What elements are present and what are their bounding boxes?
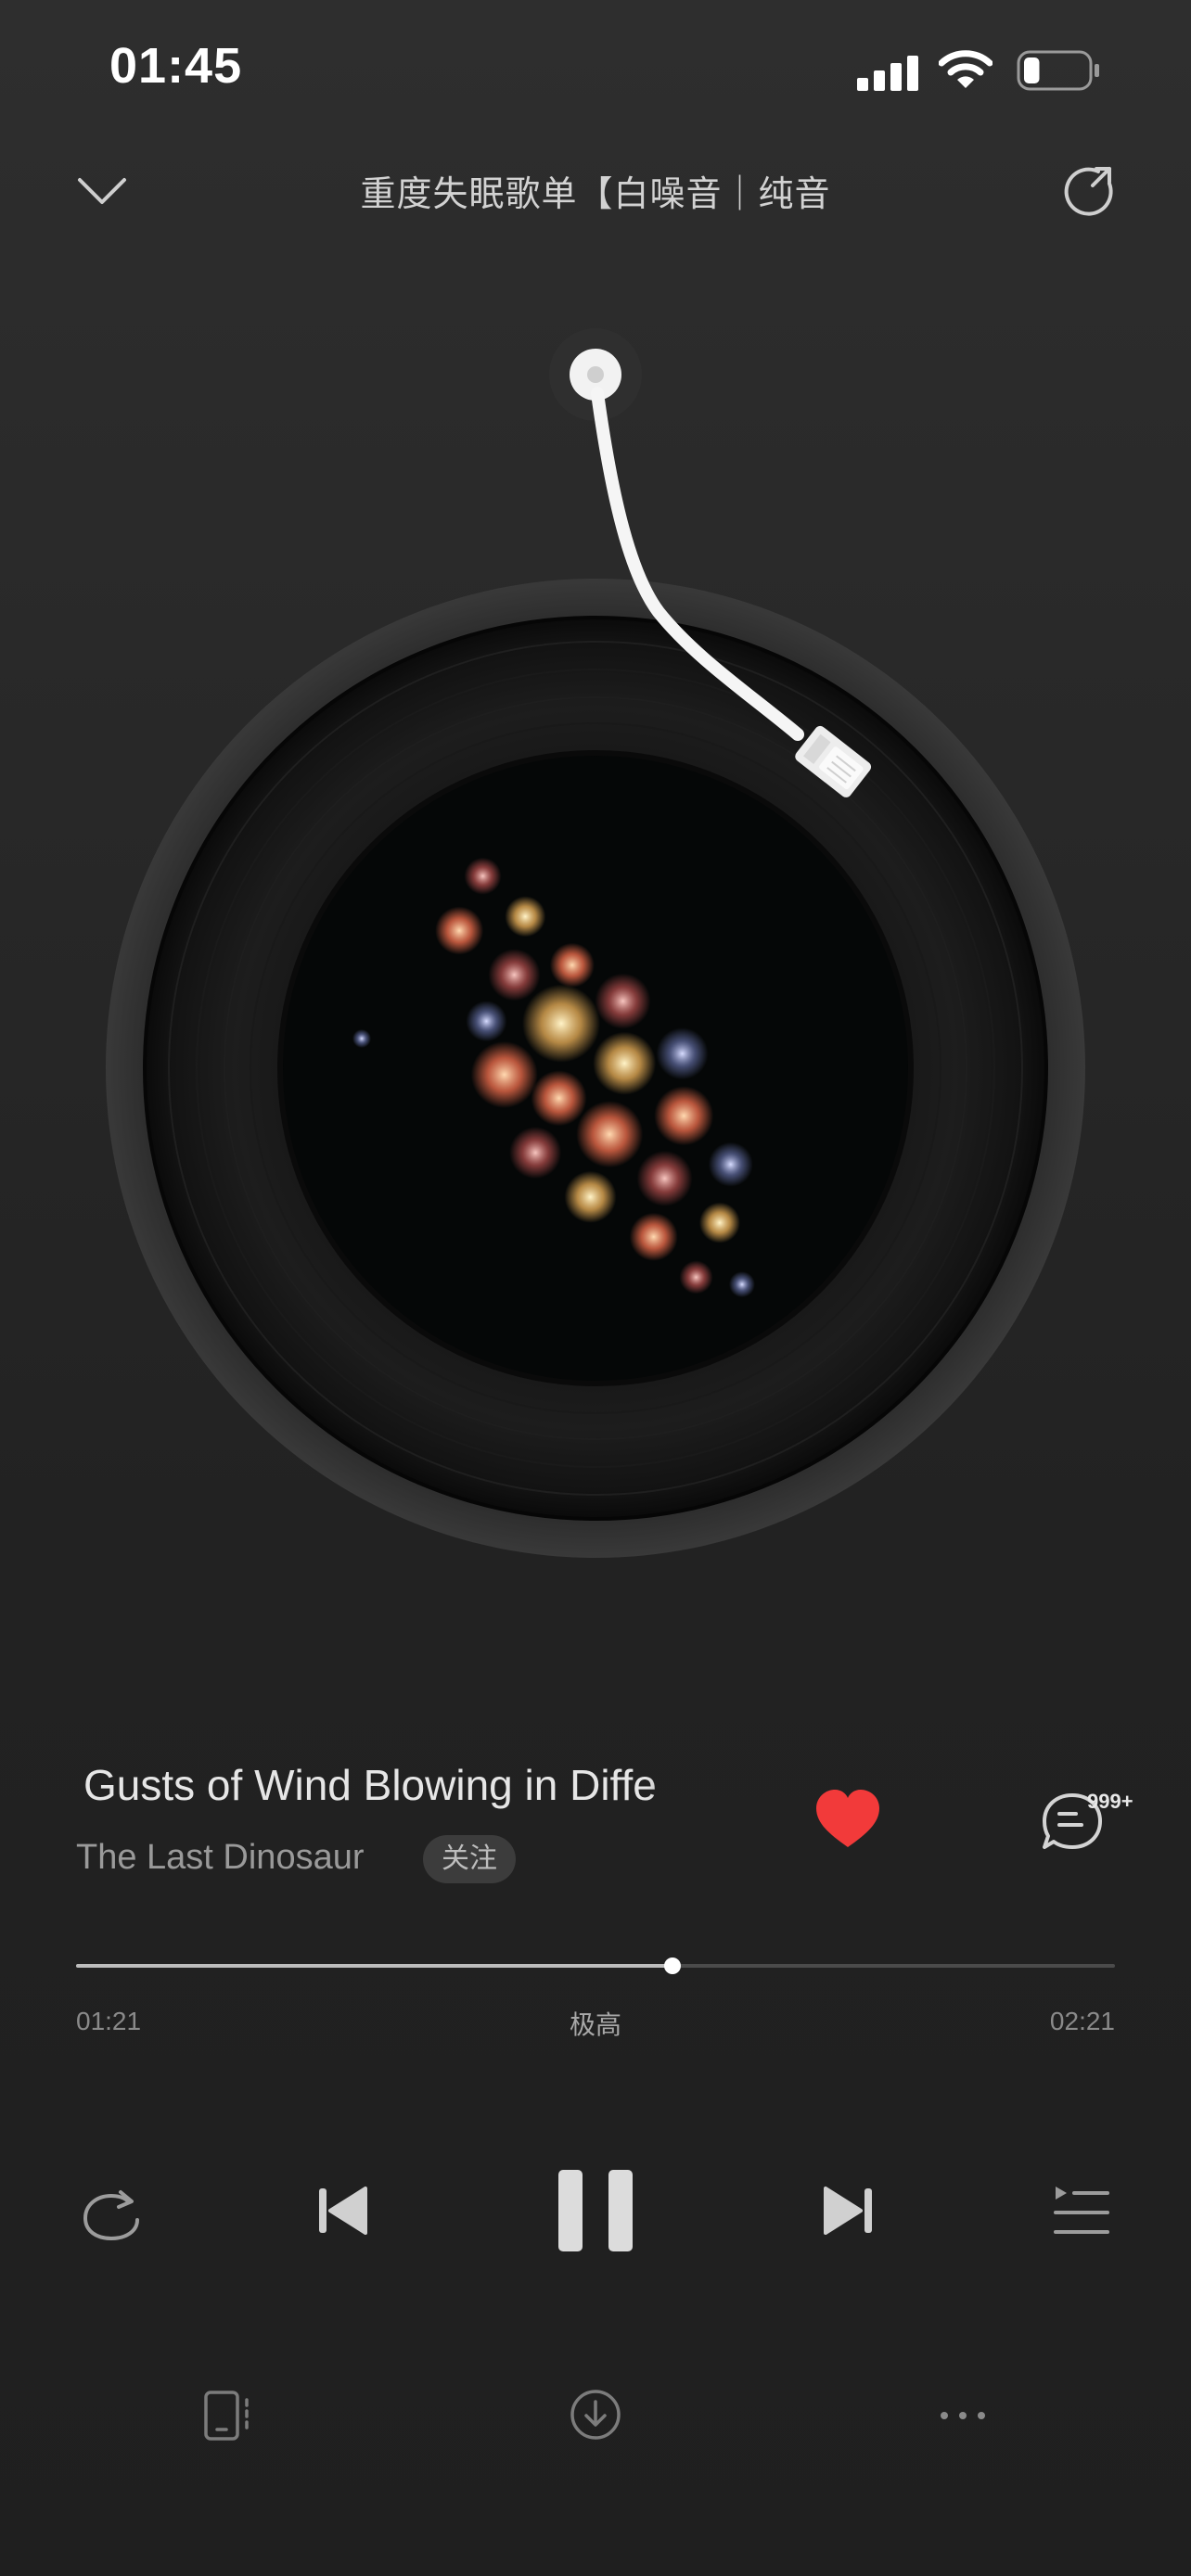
comment-count-badge: 999+ [1087, 1790, 1133, 1813]
progress-slider[interactable] [76, 1958, 1115, 1974]
tonearm [519, 315, 890, 835]
download-icon [570, 2390, 621, 2440]
next-button[interactable] [818, 2181, 877, 2240]
progress-fill [76, 1964, 672, 1968]
device-icon [204, 2391, 249, 2441]
share-icon [1064, 167, 1113, 216]
repeat-button[interactable] [78, 2181, 145, 2248]
pause-icon [558, 2170, 633, 2251]
artist-name[interactable]: The Last Dinosaur [76, 1838, 365, 1878]
device-button[interactable] [202, 2389, 258, 2442]
more-button[interactable] [935, 2402, 991, 2429]
previous-button[interactable] [314, 2181, 373, 2240]
follow-button[interactable]: 关注 [423, 1835, 516, 1883]
song-title: Gusts of Wind Blowing in Diffe [83, 1761, 657, 1809]
like-button[interactable] [813, 1786, 883, 1853]
playlist-icon [1054, 2187, 1109, 2234]
next-icon [824, 2187, 872, 2235]
playlist-title[interactable]: 重度失眠歌单【白噪音｜纯音 [0, 165, 1191, 216]
playlist-button[interactable] [1050, 2183, 1113, 2242]
download-button[interactable] [568, 2387, 623, 2442]
previous-icon [319, 2187, 367, 2235]
progress-knob[interactable] [663, 1958, 681, 1974]
cellular-signal-icon [857, 54, 918, 91]
more-icon [941, 2412, 985, 2419]
audio-quality-label[interactable]: 极高 [0, 2005, 1191, 2042]
share-button[interactable] [1063, 163, 1121, 221]
repeat-icon [83, 2190, 139, 2241]
wifi-icon [939, 50, 992, 91]
album-cover [282, 755, 909, 1382]
pause-button[interactable] [553, 2166, 638, 2255]
heart-icon [816, 1790, 879, 1847]
total-time: 02:21 [1049, 2007, 1115, 2035]
battery-icon [1017, 50, 1102, 91]
status-time: 01:45 [109, 38, 243, 94]
